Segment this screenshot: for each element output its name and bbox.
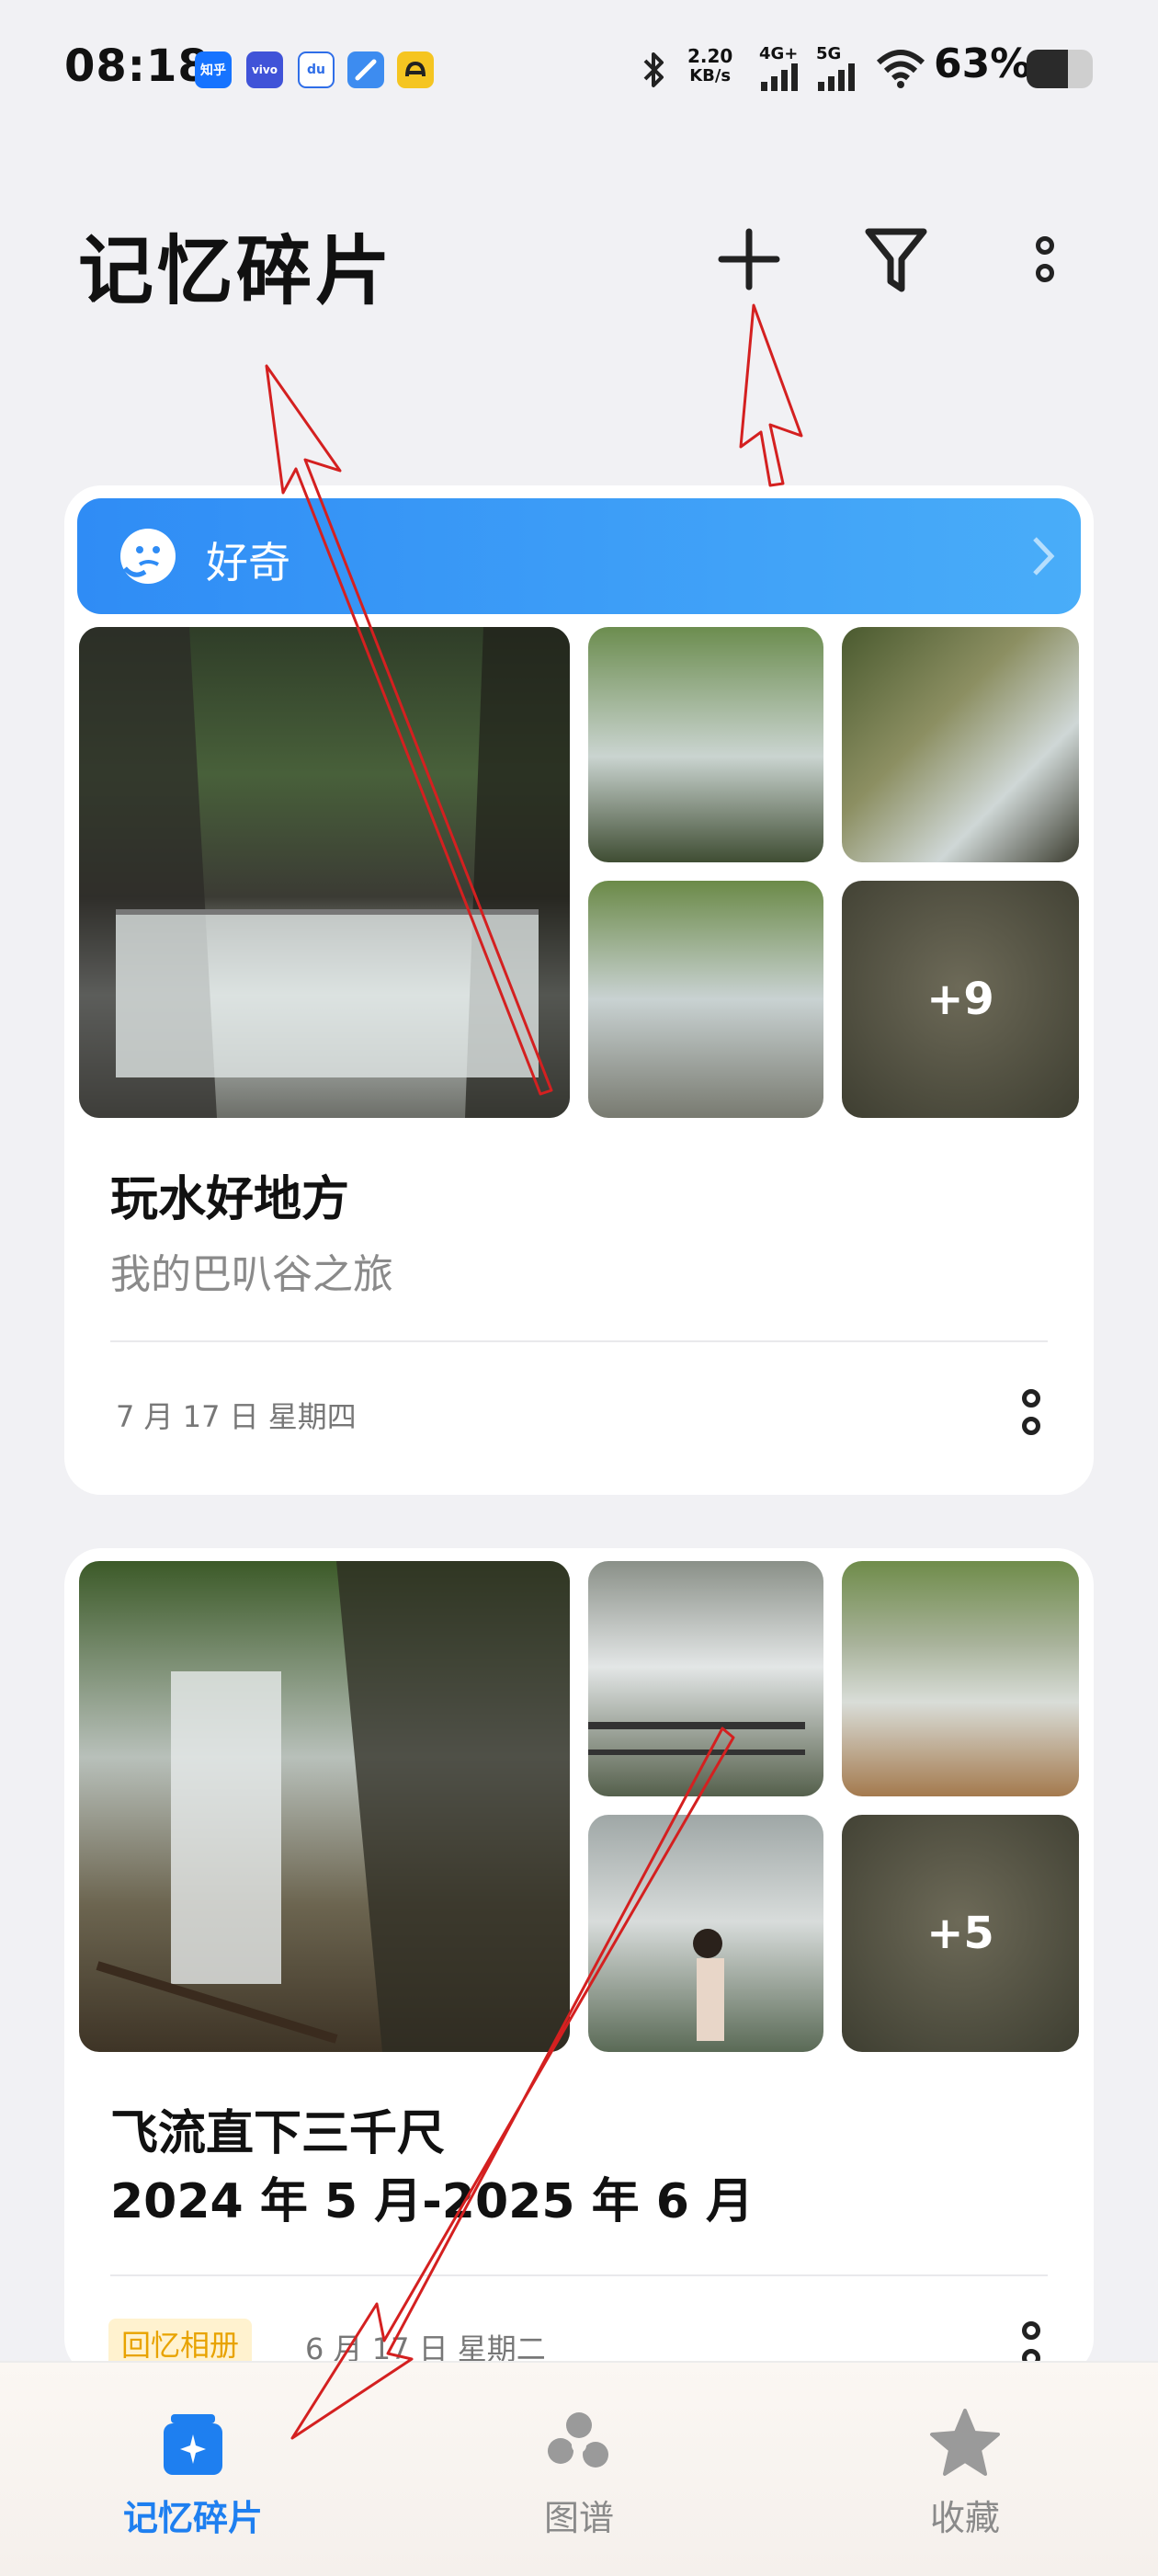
browser-icon	[347, 51, 384, 88]
zhihu-icon: 知乎	[195, 51, 232, 88]
chevron-right-icon	[1029, 533, 1057, 583]
memory-card[interactable]: +5 飞流直下三千尺 2024 年 5 月-2025 年 6 月 回忆相册 6 …	[64, 1548, 1094, 2376]
nav-label: 记忆碎片	[122, 2498, 263, 2538]
mood-banner[interactable]: 好奇	[77, 498, 1081, 614]
status-bar: 08:18 知乎 vivo du 2.20 KB/s 4G+ 5G 63%	[0, 0, 1158, 138]
add-button[interactable]	[703, 213, 795, 305]
nav-item-graph[interactable]: 图谱	[469, 2407, 689, 2540]
battery-percent: 63%	[934, 40, 1031, 87]
bottom-nav: 记忆碎片 图谱 收藏	[0, 2361, 1158, 2576]
memory-card[interactable]: 好奇 +9 玩水好地方 我的巴叭谷之旅 7 月 17 日 星期四	[64, 485, 1094, 1495]
more-vertical-icon	[1017, 222, 1073, 296]
photo-more-tile[interactable]: +9	[842, 881, 1079, 1118]
filter-button[interactable]	[850, 213, 942, 305]
more-count: +5	[926, 1908, 994, 1959]
nav-item-memory-fragments[interactable]: 记忆碎片	[83, 2407, 303, 2540]
photo-waterfall-2[interactable]	[588, 1561, 823, 1796]
battery-fill	[1027, 50, 1069, 88]
signal-5g-icon: 5G	[816, 44, 858, 95]
thinking-face-icon	[118, 526, 178, 590]
photo-waterfall-4[interactable]	[588, 881, 823, 1118]
photo-waterfall-4[interactable]	[588, 1815, 823, 2052]
more-count: +9	[926, 974, 994, 1025]
vivo-icon: vivo	[246, 51, 283, 88]
filter-icon	[865, 228, 927, 292]
app-yellow-icon	[397, 51, 434, 88]
annotation-arrow-add	[739, 303, 803, 487]
banner-label: 好奇	[206, 538, 290, 587]
more-button[interactable]	[999, 213, 1091, 305]
clock: 08:18	[64, 40, 210, 92]
photo-waterfall-main[interactable]	[79, 1561, 570, 2052]
page-title: 记忆碎片	[78, 228, 395, 315]
nav-label: 图谱	[543, 2498, 614, 2538]
card-more-button[interactable]	[1004, 1375, 1059, 1449]
divider	[110, 1340, 1048, 1342]
bluetooth-icon	[636, 48, 673, 96]
baidu-icon: du	[298, 51, 335, 88]
memory-title: 玩水好地方	[110, 1172, 350, 1227]
memory-date: 7 月 17 日 星期四	[116, 1399, 357, 1434]
graph-icon	[542, 2407, 616, 2480]
divider	[110, 2274, 1048, 2276]
photo-waterfall-2[interactable]	[588, 627, 823, 862]
net-speed: 2.20 KB/s	[687, 45, 733, 85]
star-icon	[928, 2407, 1002, 2480]
plus-icon	[718, 228, 780, 291]
nav-item-favorites[interactable]: 收藏	[855, 2407, 1075, 2540]
photo-waterfall-3[interactable]	[842, 1561, 1079, 1796]
photo-more-tile[interactable]: +5	[842, 1815, 1079, 2052]
photo-waterfall-main[interactable]	[79, 627, 570, 1118]
photo-waterfall-3[interactable]	[842, 627, 1079, 862]
battery-icon	[1027, 50, 1093, 88]
memory-subtitle: 我的巴叭谷之旅	[110, 1251, 393, 1298]
signal-4g-icon: 4G+	[759, 44, 801, 95]
wifi-icon	[875, 48, 926, 92]
memory-title: 飞流直下三千尺 2024 年 5 月-2025 年 6 月	[110, 2106, 755, 2229]
nav-label: 收藏	[929, 2498, 1000, 2538]
memory-fragments-icon	[156, 2407, 230, 2480]
